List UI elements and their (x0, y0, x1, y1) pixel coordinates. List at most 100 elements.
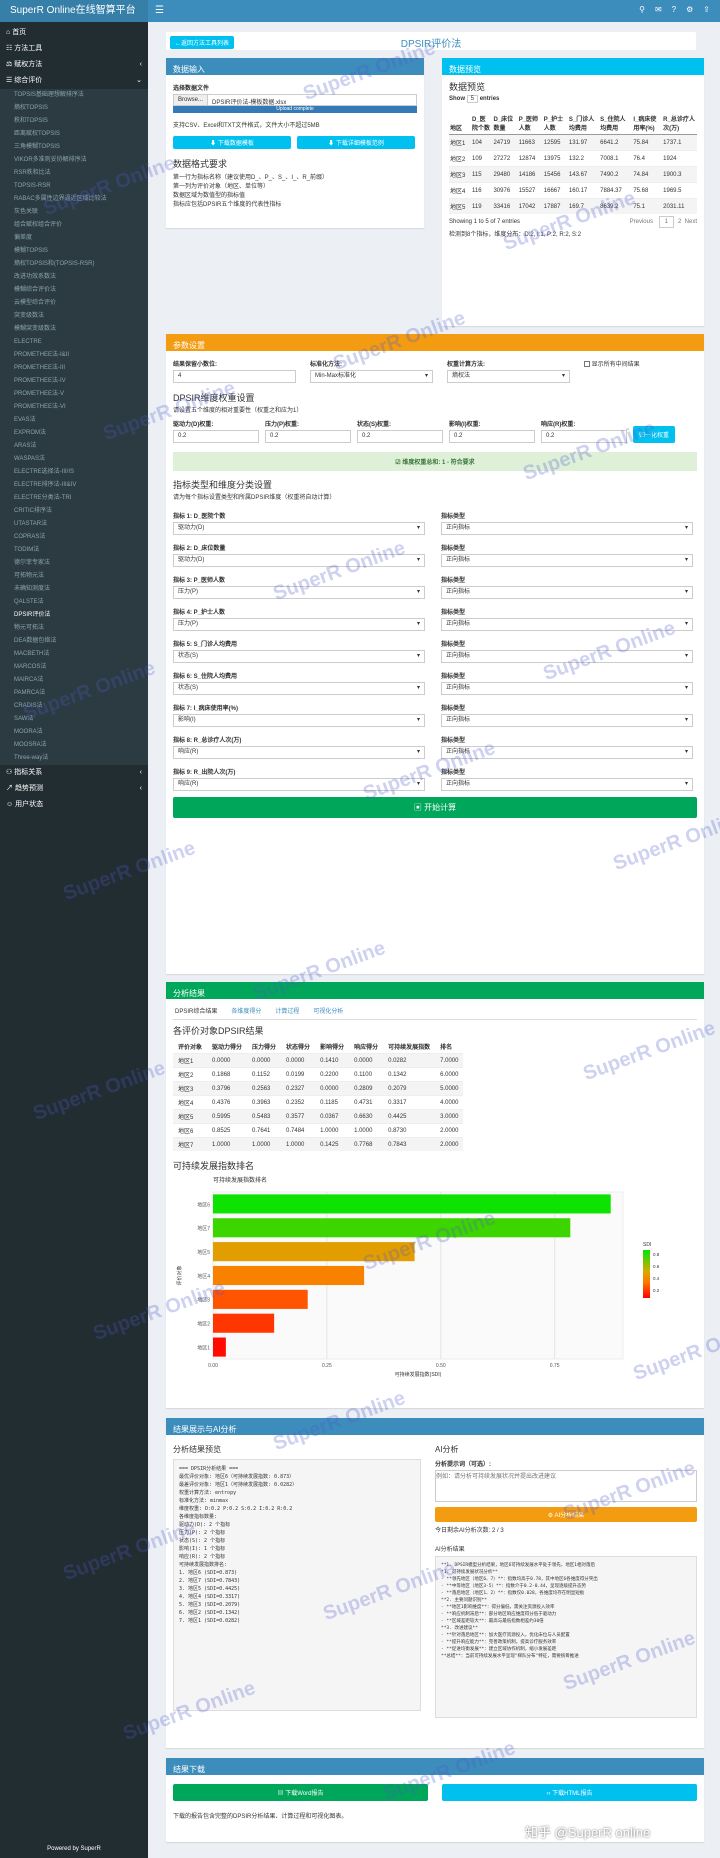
file-input[interactable]: Browse... DPSIR评价法-模板数据.xlsx (173, 94, 417, 106)
prompt-textarea[interactable] (435, 1470, 697, 1502)
sidebar-subitem[interactable]: PROMETHEE法-III (0, 362, 148, 375)
normalize-button[interactable]: 归一化权重 (633, 426, 676, 443)
sidebar-item-relation[interactable]: ⚇ 指标关系 ‹ (0, 765, 148, 781)
sidebar-subitem[interactable]: EVAS法 (0, 414, 148, 427)
std-select[interactable]: Min-Max标准化 ▾ (310, 370, 433, 383)
sidebar-item-forecast[interactable]: ↗ 趋势预测 ‹ (0, 781, 148, 797)
sidebar-item-tools[interactable]: ☷ 方法工具 (0, 41, 148, 57)
sidebar-subitem[interactable]: CRADIS法 (0, 700, 148, 713)
help-icon[interactable]: ? (672, 5, 676, 14)
sidebar-subitem[interactable]: PROMETHEE法-VI (0, 401, 148, 414)
indicator-type-select[interactable]: 正向指标 ▾ (441, 746, 693, 759)
indicator-dim-select[interactable]: 状态(S) ▾ (173, 682, 425, 695)
indicator-dim-select[interactable]: 影响(I) ▾ (173, 714, 425, 727)
sidebar-subitem[interactable]: WASPAS法 (0, 453, 148, 466)
download-word-button[interactable]: ▤ 下载Word报告 (173, 1784, 428, 1801)
sidebar-subitem[interactable]: ELECTRE选择法-III/IS (0, 466, 148, 479)
sidebar-subitem[interactable]: PROMETHEE法-V (0, 388, 148, 401)
sidebar-subitem[interactable]: VIKOR多准则妥协解排序法 (0, 154, 148, 167)
sidebar-subitem[interactable]: MARCOS法 (0, 661, 148, 674)
indicator-dim-select[interactable]: 驱动力(D) ▾ (173, 522, 425, 535)
sidebar-subitem[interactable]: 秩和TOPSIS (0, 115, 148, 128)
sidebar-subitem[interactable]: 组合赋权组合评价 (0, 219, 148, 232)
next-page-button[interactable]: Next (685, 219, 697, 225)
sidebar-toggle-icon[interactable]: ☰ (155, 5, 164, 16)
sidebar-subitem[interactable]: 模糊突变级数法 (0, 323, 148, 336)
sidebar-subitem[interactable]: 偏差度 (0, 232, 148, 245)
indicator-type-select[interactable]: 正向指标 ▾ (441, 586, 693, 599)
gear-icon[interactable]: ⚙ (686, 5, 693, 14)
indicator-type-select[interactable]: 正向指标 ▾ (441, 714, 693, 727)
sidebar-subitem[interactable]: 模糊综合评价法 (0, 284, 148, 297)
dim-weight-input[interactable]: 0.2 (265, 430, 351, 443)
download-html-button[interactable]: ‹› 下载HTML报告 (442, 1784, 697, 1801)
browse-button[interactable]: Browse... (174, 95, 209, 105)
app-brand[interactable]: SuperR Online在线智算平台 (0, 0, 148, 22)
dim-weight-input[interactable]: 0.2 (173, 430, 259, 443)
show-all-checkbox[interactable] (584, 361, 590, 368)
sidebar-item-user[interactable]: ☺ 用户状态 (0, 797, 148, 813)
indicator-dim-select[interactable]: 状态(S) ▾ (173, 650, 425, 663)
sidebar-subitem[interactable]: COPRAS法 (0, 531, 148, 544)
sidebar-subitem[interactable]: DEA数据包络法 (0, 635, 148, 648)
sidebar-subitem[interactable]: CRITIC排序法 (0, 505, 148, 518)
sidebar-subitem[interactable]: ELECTRE排序法-III&IV (0, 479, 148, 492)
tab-0[interactable]: DPSIR综合结果 (175, 1006, 217, 1015)
indicator-type-select[interactable]: 正向指标 ▾ (441, 618, 693, 631)
sidebar-subitem[interactable]: 模糊TOPSIS (0, 245, 148, 258)
indicator-dim-select[interactable]: 响应(R) ▾ (173, 746, 425, 759)
sidebar-subitem[interactable]: PROMETHEE法-I&II (0, 349, 148, 362)
sidebar-subitem[interactable]: PROMETHEE法-IV (0, 375, 148, 388)
start-button[interactable]: ▣ 开始计算 (173, 797, 697, 818)
decimal-input[interactable]: 4 (173, 370, 296, 383)
tab-1[interactable]: 各维度得分 (231, 1006, 261, 1015)
sidebar-subitem[interactable]: UTASTAR法 (0, 518, 148, 531)
sidebar-subitem[interactable]: 熵权TOPSIS (0, 102, 148, 115)
entries-select[interactable]: 5 (466, 95, 479, 103)
sidebar-subitem[interactable]: 可拓物元法 (0, 570, 148, 583)
sidebar-subitem[interactable]: 距离赋权TOPSIS (0, 128, 148, 141)
dim-weight-input[interactable]: 0.2 (541, 430, 627, 443)
sidebar-subitem[interactable]: MAIRCA法 (0, 674, 148, 687)
sidebar-subitem[interactable]: TODIM法 (0, 544, 148, 557)
sidebar-subitem[interactable]: RSR秩和比法 (0, 167, 148, 180)
sidebar-subitem[interactable]: TOPSIS基础理想解排序法 (0, 89, 148, 102)
share-icon[interactable]: ⇪ (703, 5, 710, 14)
indicator-type-select[interactable]: 正向指标 ▾ (441, 682, 693, 695)
sidebar-subitem[interactable]: 突变级数法 (0, 310, 148, 323)
sidebar-subitem[interactable]: Three-way法 (0, 752, 148, 765)
indicator-type-select[interactable]: 正向指标 ▾ (441, 522, 693, 535)
tab-3[interactable]: 可视化分析 (313, 1006, 343, 1015)
sidebar-subitem[interactable]: 灰色关联 (0, 206, 148, 219)
sidebar-subitem[interactable]: TOPSIS-RSR (0, 180, 148, 193)
ai-analyze-button[interactable]: ⚙ AI分析结果 (435, 1507, 697, 1522)
sidebar-subitem[interactable]: MOORA法 (0, 726, 148, 739)
indicator-dim-select[interactable]: 响应(R) ▾ (173, 778, 425, 791)
sidebar-subitem[interactable]: ARAS法 (0, 440, 148, 453)
notification-icon[interactable]: ✉ (655, 5, 662, 14)
sidebar-subitem[interactable]: QALSTE法 (0, 596, 148, 609)
sidebar-item-weighting[interactable]: ⚖ 赋权方法 ‹ (0, 57, 148, 73)
sidebar-subitem[interactable]: RABAC多属性边界逼近区域比较法 (0, 193, 148, 206)
indicator-type-select[interactable]: 正向指标 ▾ (441, 778, 693, 791)
sidebar-subitem[interactable]: MACBETH法 (0, 648, 148, 661)
indicator-dim-select[interactable]: 驱动力(D) ▾ (173, 554, 425, 567)
sidebar-subitem[interactable]: ELECTRE分类法-TRI (0, 492, 148, 505)
search-icon[interactable]: ⚲ (639, 5, 645, 14)
indicator-dim-select[interactable]: 压力(P) ▾ (173, 618, 425, 631)
weight-select[interactable]: 熵权法 ▾ (447, 370, 570, 383)
sidebar-subitem[interactable]: 改进功效系数法 (0, 271, 148, 284)
sidebar-subitem[interactable]: SAW法 (0, 713, 148, 726)
sidebar-subitem[interactable]: MOOSRA法 (0, 739, 148, 752)
prev-page-button[interactable]: Previous (630, 219, 653, 225)
page-button-1[interactable]: 1 (658, 216, 674, 228)
tab-2[interactable]: 计算过程 (275, 1006, 299, 1015)
sidebar-subitem[interactable]: 物元可拓法 (0, 622, 148, 635)
sidebar-subitem[interactable]: DPSIR评价法 (0, 609, 148, 622)
sidebar-subitem[interactable]: 未确知测度法 (0, 583, 148, 596)
download-example-button[interactable]: ⬇ 下载详细模板范例 (297, 136, 415, 149)
sidebar-item-home[interactable]: ⌂ 首页 (0, 25, 148, 41)
dim-weight-input[interactable]: 0.2 (357, 430, 443, 443)
indicator-type-select[interactable]: 正向指标 ▾ (441, 650, 693, 663)
sidebar-subitem[interactable]: PAMRCA法 (0, 687, 148, 700)
